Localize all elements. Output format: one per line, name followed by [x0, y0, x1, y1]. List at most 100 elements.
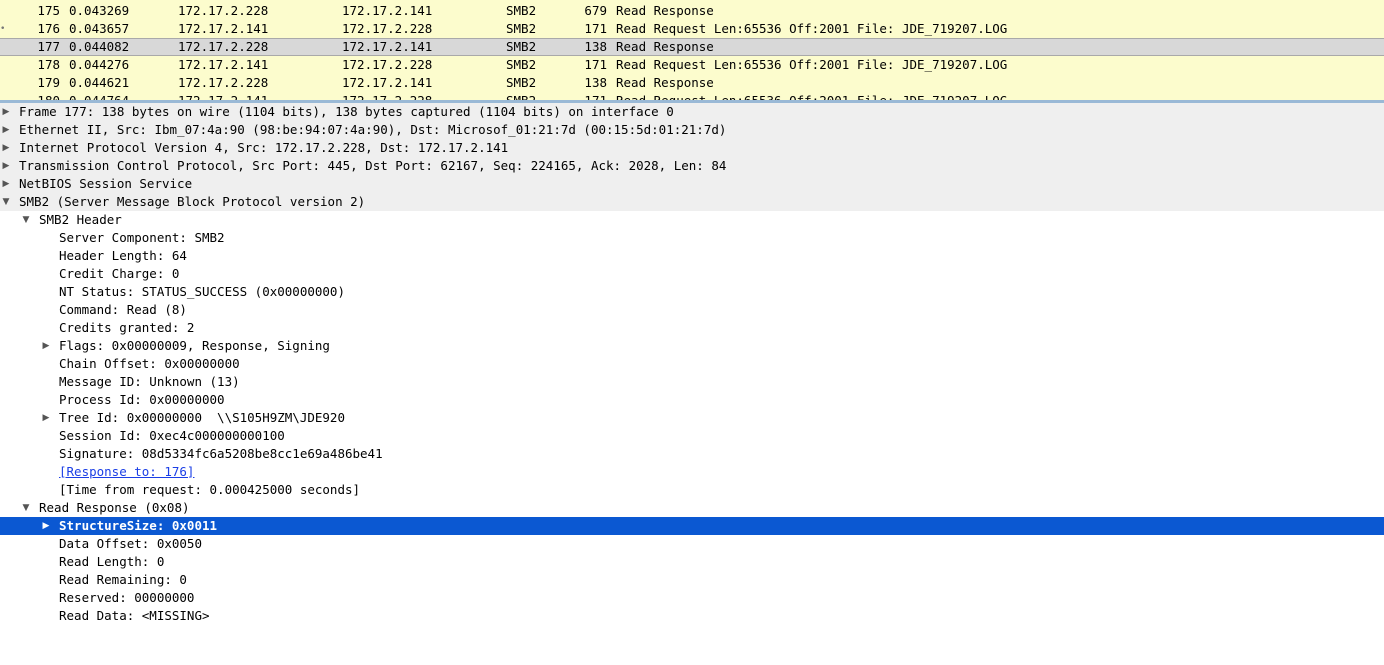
- tree-row[interactable]: Credit Charge: 0: [0, 265, 1384, 283]
- tree-row[interactable]: Chain Offset: 0x00000000: [0, 355, 1384, 373]
- packet-protocol: SMB2: [506, 75, 537, 90]
- tree-row-label: SMB2 (Server Message Block Protocol vers…: [19, 194, 366, 209]
- packet-number: 176: [37, 21, 60, 36]
- packet-source: 172.17.2.141: [178, 21, 269, 36]
- tree-row[interactable]: Session Id: 0xec4c000000000100: [0, 427, 1384, 445]
- packet-row-selected[interactable]: 177 0.044082 172.17.2.228 172.17.2.141 SMB2 1…: [0, 38, 1384, 56]
- packet-info: Read Request Len:65536 Off:2001 File: JD…: [616, 21, 1008, 36]
- tree-row[interactable]: Read Remaining: 0: [0, 571, 1384, 589]
- packet-info: Read Response: [616, 39, 714, 54]
- tree-row-label: Transmission Control Protocol, Src Port:…: [19, 158, 727, 173]
- packet-length: 138: [584, 75, 607, 90]
- tree-row[interactable]: Signature: 08d5334fc6a5208be8cc1e69a486b…: [0, 445, 1384, 463]
- packet-list[interactable]: 175 0.043269 172.17.2.228 172.17.2.141 SMB2 6…: [0, 0, 1384, 101]
- tree-row[interactable]: Server Component: SMB2: [0, 229, 1384, 247]
- tree-row[interactable]: ▶ Flags: 0x00000009, Response, Signing: [0, 337, 1384, 355]
- tree-row-label: [Time from request: 0.000425000 seconds]: [59, 482, 361, 497]
- tree-row[interactable]: ▶ Internet Protocol Version 4, Src: 172.1…: [0, 139, 1384, 157]
- tree-row[interactable]: ▶ Ethernet II, Src: Ibm_07:4a:90 (98:be:9…: [0, 121, 1384, 139]
- tree-row[interactable]: [Response to: 176]: [0, 463, 1384, 481]
- tree-row-label: Chain Offset: 0x00000000: [59, 356, 240, 371]
- tree-row-label: Message ID: Unknown (13): [59, 374, 240, 389]
- packet-time: 0.043657: [69, 21, 130, 36]
- tree-row-label: Flags: 0x00000009, Response, Signing: [59, 338, 330, 353]
- tree-row-label: Tree Id: 0x00000000 \\S105H9ZM\JDE920: [59, 410, 345, 425]
- packet-row[interactable]: • 176 0.043657 172.17.2.141 172.17.2.228 SMB2…: [0, 20, 1384, 38]
- packet-destination: 172.17.2.141: [342, 39, 433, 54]
- tree-row-label: Command: Read (8): [59, 302, 187, 317]
- tree-row[interactable]: Read Length: 0: [0, 553, 1384, 571]
- tree-row[interactable]: Read Data: <MISSING>: [0, 607, 1384, 625]
- packet-row[interactable]: 175 0.043269 172.17.2.228 172.17.2.141 SMB2 6…: [0, 2, 1384, 20]
- tree-row[interactable]: Command: Read (8): [0, 301, 1384, 319]
- packet-number: 177: [37, 39, 60, 54]
- packet-row[interactable]: 179 0.044621 172.17.2.228 172.17.2.141 SMB2 1…: [0, 74, 1384, 92]
- tree-row-label: Header Length: 64: [59, 248, 187, 263]
- tree-row[interactable]: ▶ Transmission Control Protocol, Src Port…: [0, 157, 1384, 175]
- tree-row-selected[interactable]: ▶ StructureSize: 0x0011: [0, 517, 1384, 535]
- packet-number: 175: [37, 3, 60, 18]
- tree-row[interactable]: ▼ SMB2 Header: [0, 211, 1384, 229]
- packet-protocol: SMB2: [506, 21, 537, 36]
- collapse-triangle-icon[interactable]: ▼: [20, 211, 32, 229]
- packet-length: 138: [584, 39, 607, 54]
- packet-protocol: SMB2: [506, 3, 537, 18]
- packet-protocol: SMB2: [506, 57, 537, 72]
- packet-destination: 172.17.2.141: [342, 75, 433, 90]
- expand-triangle-icon[interactable]: ▶: [0, 121, 12, 139]
- tree-row-label: Ethernet II, Src: Ibm_07:4a:90 (98:be:94…: [19, 122, 727, 137]
- tree-row-label: Signature: 08d5334fc6a5208be8cc1e69a486b…: [59, 446, 383, 461]
- tree-row-label: StructureSize: 0x0011: [59, 518, 218, 533]
- tree-row[interactable]: ▼ Read Response (0x08): [0, 499, 1384, 517]
- expand-triangle-icon[interactable]: ▶: [0, 103, 12, 121]
- response-to-link[interactable]: [Response to: 176]: [59, 463, 194, 481]
- packet-time: 0.044621: [69, 75, 130, 90]
- packet-time: 0.044082: [69, 39, 130, 54]
- packet-time: 0.044276: [69, 57, 130, 72]
- packet-source: 172.17.2.228: [178, 75, 269, 90]
- expand-triangle-icon[interactable]: ▶: [40, 337, 52, 355]
- packet-info: Read Request Len:65536 Off:2001 File: JD…: [616, 57, 1008, 72]
- packet-number: 178: [37, 57, 60, 72]
- packet-number: 179: [37, 75, 60, 90]
- tree-row-label: Internet Protocol Version 4, Src: 172.17…: [19, 140, 509, 155]
- expand-triangle-icon[interactable]: ▶: [40, 409, 52, 427]
- packet-protocol: SMB2: [506, 39, 537, 54]
- expand-triangle-icon[interactable]: ▶: [0, 175, 12, 193]
- tree-row-label: Credits granted: 2: [59, 320, 195, 335]
- tree-row[interactable]: Data Offset: 0x0050: [0, 535, 1384, 553]
- tree-row[interactable]: Message ID: Unknown (13): [0, 373, 1384, 391]
- packet-info: Read Response: [616, 75, 714, 90]
- tree-row[interactable]: ▶ Frame 177: 138 bytes on wire (1104 bits…: [0, 103, 1384, 121]
- tree-row[interactable]: Header Length: 64: [0, 247, 1384, 265]
- tree-row[interactable]: ▼ SMB2 (Server Message Block Protocol ver…: [0, 193, 1384, 211]
- tree-row-label: Process Id: 0x00000000: [59, 392, 225, 407]
- collapse-triangle-icon[interactable]: ▼: [0, 193, 12, 211]
- tree-row[interactable]: Reserved: 00000000: [0, 589, 1384, 607]
- packet-destination: 172.17.2.228: [342, 21, 433, 36]
- packet-length: 171: [584, 57, 607, 72]
- tree-row[interactable]: ▶ Tree Id: 0x00000000 \\S105H9ZM\JDE920: [0, 409, 1384, 427]
- packet-time: 0.043269: [69, 3, 130, 18]
- tree-row-label: Read Remaining: 0: [59, 572, 187, 587]
- packet-length: 679: [584, 3, 607, 18]
- packet-source: 172.17.2.141: [178, 57, 269, 72]
- tree-row[interactable]: ▶ NetBIOS Session Service: [0, 175, 1384, 193]
- tree-row[interactable]: Process Id: 0x00000000: [0, 391, 1384, 409]
- packet-length: 171: [584, 21, 607, 36]
- tree-row-label: Read Data: <MISSING>: [59, 608, 210, 623]
- packet-info: Read Response: [616, 3, 714, 18]
- packet-row[interactable]: 178 0.044276 172.17.2.141 172.17.2.228 SMB2 1…: [0, 56, 1384, 74]
- expand-triangle-icon[interactable]: ▶: [40, 517, 52, 535]
- tree-row-label: Frame 177: 138 bytes on wire (1104 bits)…: [19, 104, 674, 119]
- packet-destination: 172.17.2.141: [342, 3, 433, 18]
- tree-row-label: SMB2 Header: [39, 212, 122, 227]
- tree-row[interactable]: Credits granted: 2: [0, 319, 1384, 337]
- tree-row[interactable]: NT Status: STATUS_SUCCESS (0x00000000): [0, 283, 1384, 301]
- expand-triangle-icon[interactable]: ▶: [0, 139, 12, 157]
- tree-row-label: Credit Charge: 0: [59, 266, 180, 281]
- expand-triangle-icon[interactable]: ▶: [0, 157, 12, 175]
- packet-detail-tree[interactable]: ▶ Frame 177: 138 bytes on wire (1104 bits…: [0, 103, 1384, 665]
- tree-row[interactable]: [Time from request: 0.000425000 seconds]: [0, 481, 1384, 499]
- collapse-triangle-icon[interactable]: ▼: [20, 499, 32, 517]
